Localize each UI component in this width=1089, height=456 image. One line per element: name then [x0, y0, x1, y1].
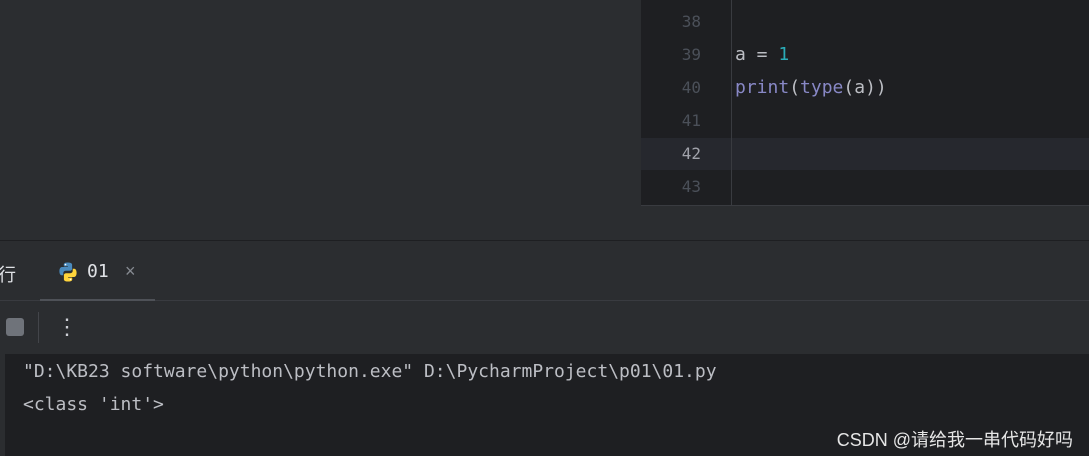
editor-footer	[641, 205, 1089, 240]
code-editor[interactable]: 38 39 40 41 42 43 a = 1 print(type(a))	[641, 0, 1089, 205]
code-number: 1	[778, 44, 790, 65]
tab-label: 01	[87, 261, 109, 282]
code-builtin-type: type	[800, 77, 844, 98]
tab-01[interactable]: 01 ×	[40, 241, 155, 302]
line-number: 39	[681, 45, 701, 64]
more-options-icon[interactable]: ⋮	[56, 312, 78, 342]
watermark: CSDN @请给我一串代码好吗	[836, 430, 1073, 450]
gutter-separator	[731, 0, 732, 205]
line-number: 41	[681, 111, 701, 130]
code-builtin-print: print	[735, 77, 790, 98]
code-variable: a	[735, 44, 746, 65]
code-line-39[interactable]: a = 1	[735, 44, 789, 65]
console-output[interactable]: "D:\KB23 software\python\python.exe" D:\…	[0, 354, 1089, 456]
code-rest: (a))	[843, 77, 887, 98]
code-line-40[interactable]: print(type(a))	[735, 77, 887, 98]
editor-area: 38 39 40 41 42 43 a = 1 print(type(a))	[0, 0, 1089, 240]
python-icon	[57, 261, 79, 283]
run-toolbar: ⋮	[0, 301, 1089, 354]
run-tab-bar: 行 01 ×	[0, 240, 1089, 302]
close-icon[interactable]: ×	[125, 261, 136, 282]
code-paren: (	[789, 77, 801, 98]
stop-button[interactable]	[6, 318, 24, 336]
code-operator: =	[745, 44, 779, 65]
line-number-current: 42	[681, 144, 701, 163]
run-tool-window: 行 01 × ⋮ "D:\KB23 software\python\python…	[0, 240, 1089, 456]
toolbar-divider	[38, 312, 39, 343]
console-line: "D:\KB23 software\python\python.exe" D:\…	[23, 361, 717, 382]
line-number: 43	[681, 177, 701, 196]
run-panel-label: 行	[0, 265, 16, 285]
console-left-edge	[0, 354, 5, 456]
current-line-highlight	[641, 138, 1089, 170]
line-number: 38	[681, 12, 701, 31]
line-number: 40	[681, 78, 701, 97]
console-line: <class 'int'>	[23, 394, 164, 415]
